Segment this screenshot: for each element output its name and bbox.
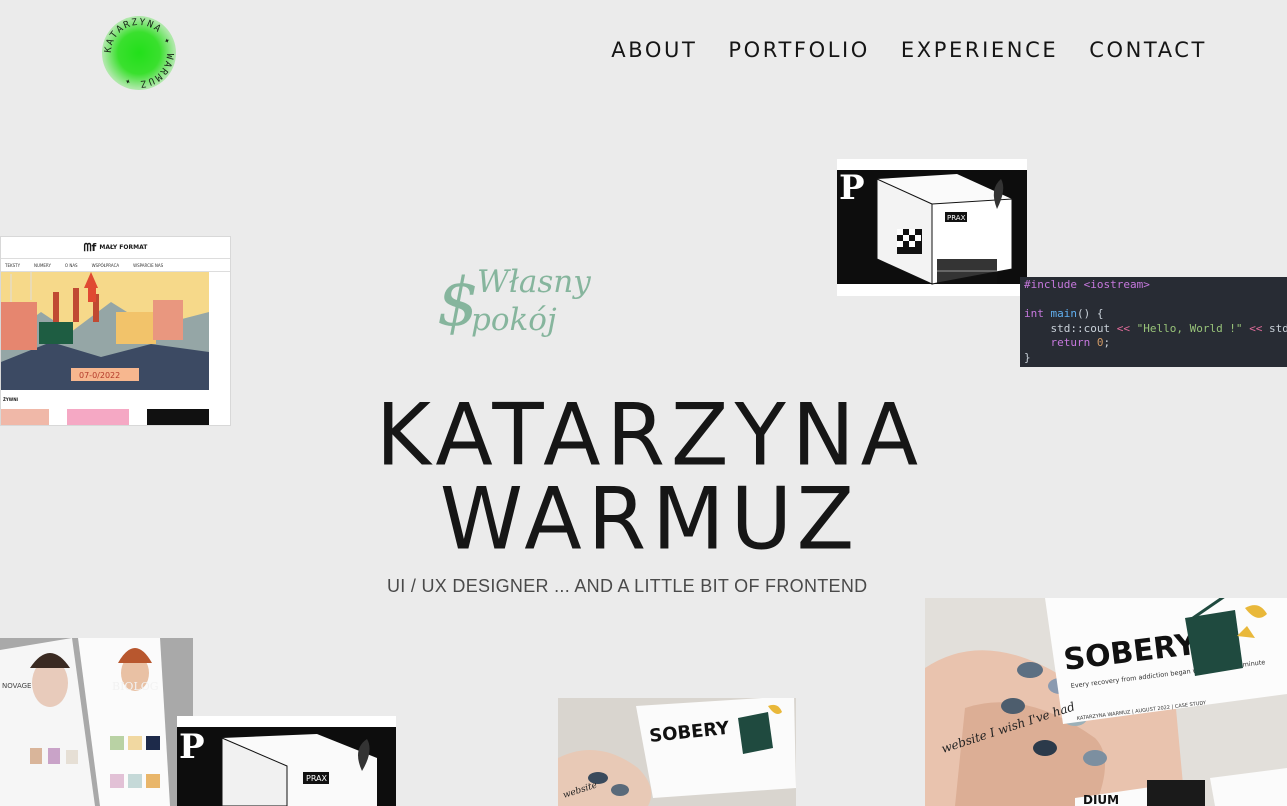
code-line-4: std::cout << "Hello, World !" << std:: — [1024, 321, 1287, 335]
magazine-header: ᗰf MAŁY FORMAT — [1, 237, 230, 259]
magazine-menu-item: O NAS — [64, 262, 78, 268]
prax-illustration-2: P PRAX — [177, 716, 396, 806]
svg-text:KATARZYNA ✦ WARMUZ ✦: KATARZYNA ✦ WARMUZ ✦ — [103, 17, 175, 89]
nav-portfolio[interactable]: PORTFOLIO — [728, 38, 870, 62]
cosmetics-brand: NOVAGE — [2, 682, 31, 690]
code-line-1: #include <iostream> — [1024, 278, 1150, 291]
code-line-3: int main() { — [1024, 307, 1104, 320]
main-nav: ABOUT PORTFOLIO EXPERIENCE CONTACT — [611, 38, 1207, 62]
prax-project-preview-2[interactable]: P PRAX — [177, 716, 396, 806]
prax-illustration: P PRAX — [837, 159, 1027, 296]
magazine-brand: MAŁY FORMAT — [99, 244, 148, 251]
sobery-large-illustration: SOBERY Every recovery from addiction beg… — [925, 598, 1287, 806]
sobery-project-preview-large[interactable]: SOBERY Every recovery from addiction beg… — [925, 598, 1287, 806]
magazine-menu-item: NUMERY — [34, 262, 51, 268]
code-line-6: } — [1024, 350, 1031, 364]
cosmetics-illustration: NOVAGE BIOLOG — [0, 638, 193, 806]
magazine-date-badge: 07-0/2022 — [79, 371, 120, 380]
magazine-menu-item: TEKSTY — [5, 262, 21, 268]
magazine-cover-illustration: 07-0/2022 — [1, 272, 209, 390]
sobery-illustration: SOBERY website — [558, 698, 796, 806]
magazine-menu-item: WSPARCIE NAS — [133, 262, 164, 268]
magazine-menu-item: WSPÓŁPRACA — [91, 262, 120, 268]
code-snippet: #include <iostream> int main() { std::co… — [1020, 277, 1287, 367]
svg-text:PRAX: PRAX — [306, 774, 328, 783]
code-line-5: return 0; — [1050, 336, 1111, 349]
cosmetics-brand2: BIOLOG — [112, 680, 159, 693]
script-line2: pokój — [471, 302, 557, 338]
portfolio-page: KATARZYNA ✦ WARMUZ ✦ ABOUT PORTFOLIO EXP… — [0, 0, 1287, 806]
nav-experience[interactable]: EXPERIENCE — [901, 38, 1058, 62]
magazine-menu: TEKSTY NUMERY O NAS WSPÓŁPRACA WSPARCIE … — [1, 259, 230, 272]
prax-letter: P — [839, 168, 865, 208]
sobery-project-preview[interactable]: SOBERY website — [558, 698, 796, 806]
script-line1: Własny — [477, 264, 591, 300]
prax-project-preview[interactable]: P PRAX — [837, 159, 1027, 296]
magazine-logo-icon: ᗰf — [83, 240, 97, 254]
svg-text:P: P — [179, 727, 205, 767]
wlasny-pokoj-logo: $ Własny pokój — [437, 262, 617, 357]
nav-contact[interactable]: CONTACT — [1089, 38, 1207, 62]
hero-last-name: WARMUZ — [439, 469, 861, 569]
hero-subtitle: UI / UX DESIGNER ... AND A LITTLE BIT OF… — [387, 576, 868, 596]
cosmetics-project-preview[interactable]: NOVAGE BIOLOG — [0, 638, 193, 806]
sobery-extra: DIUM — [1083, 793, 1119, 806]
logo-ring-text: KATARZYNA ✦ WARMUZ ✦ — [103, 17, 175, 89]
logo-badge[interactable]: KATARZYNA ✦ WARMUZ ✦ — [102, 16, 176, 90]
prax-sign: PRAX — [947, 214, 966, 222]
nav-about[interactable]: ABOUT — [611, 38, 697, 62]
